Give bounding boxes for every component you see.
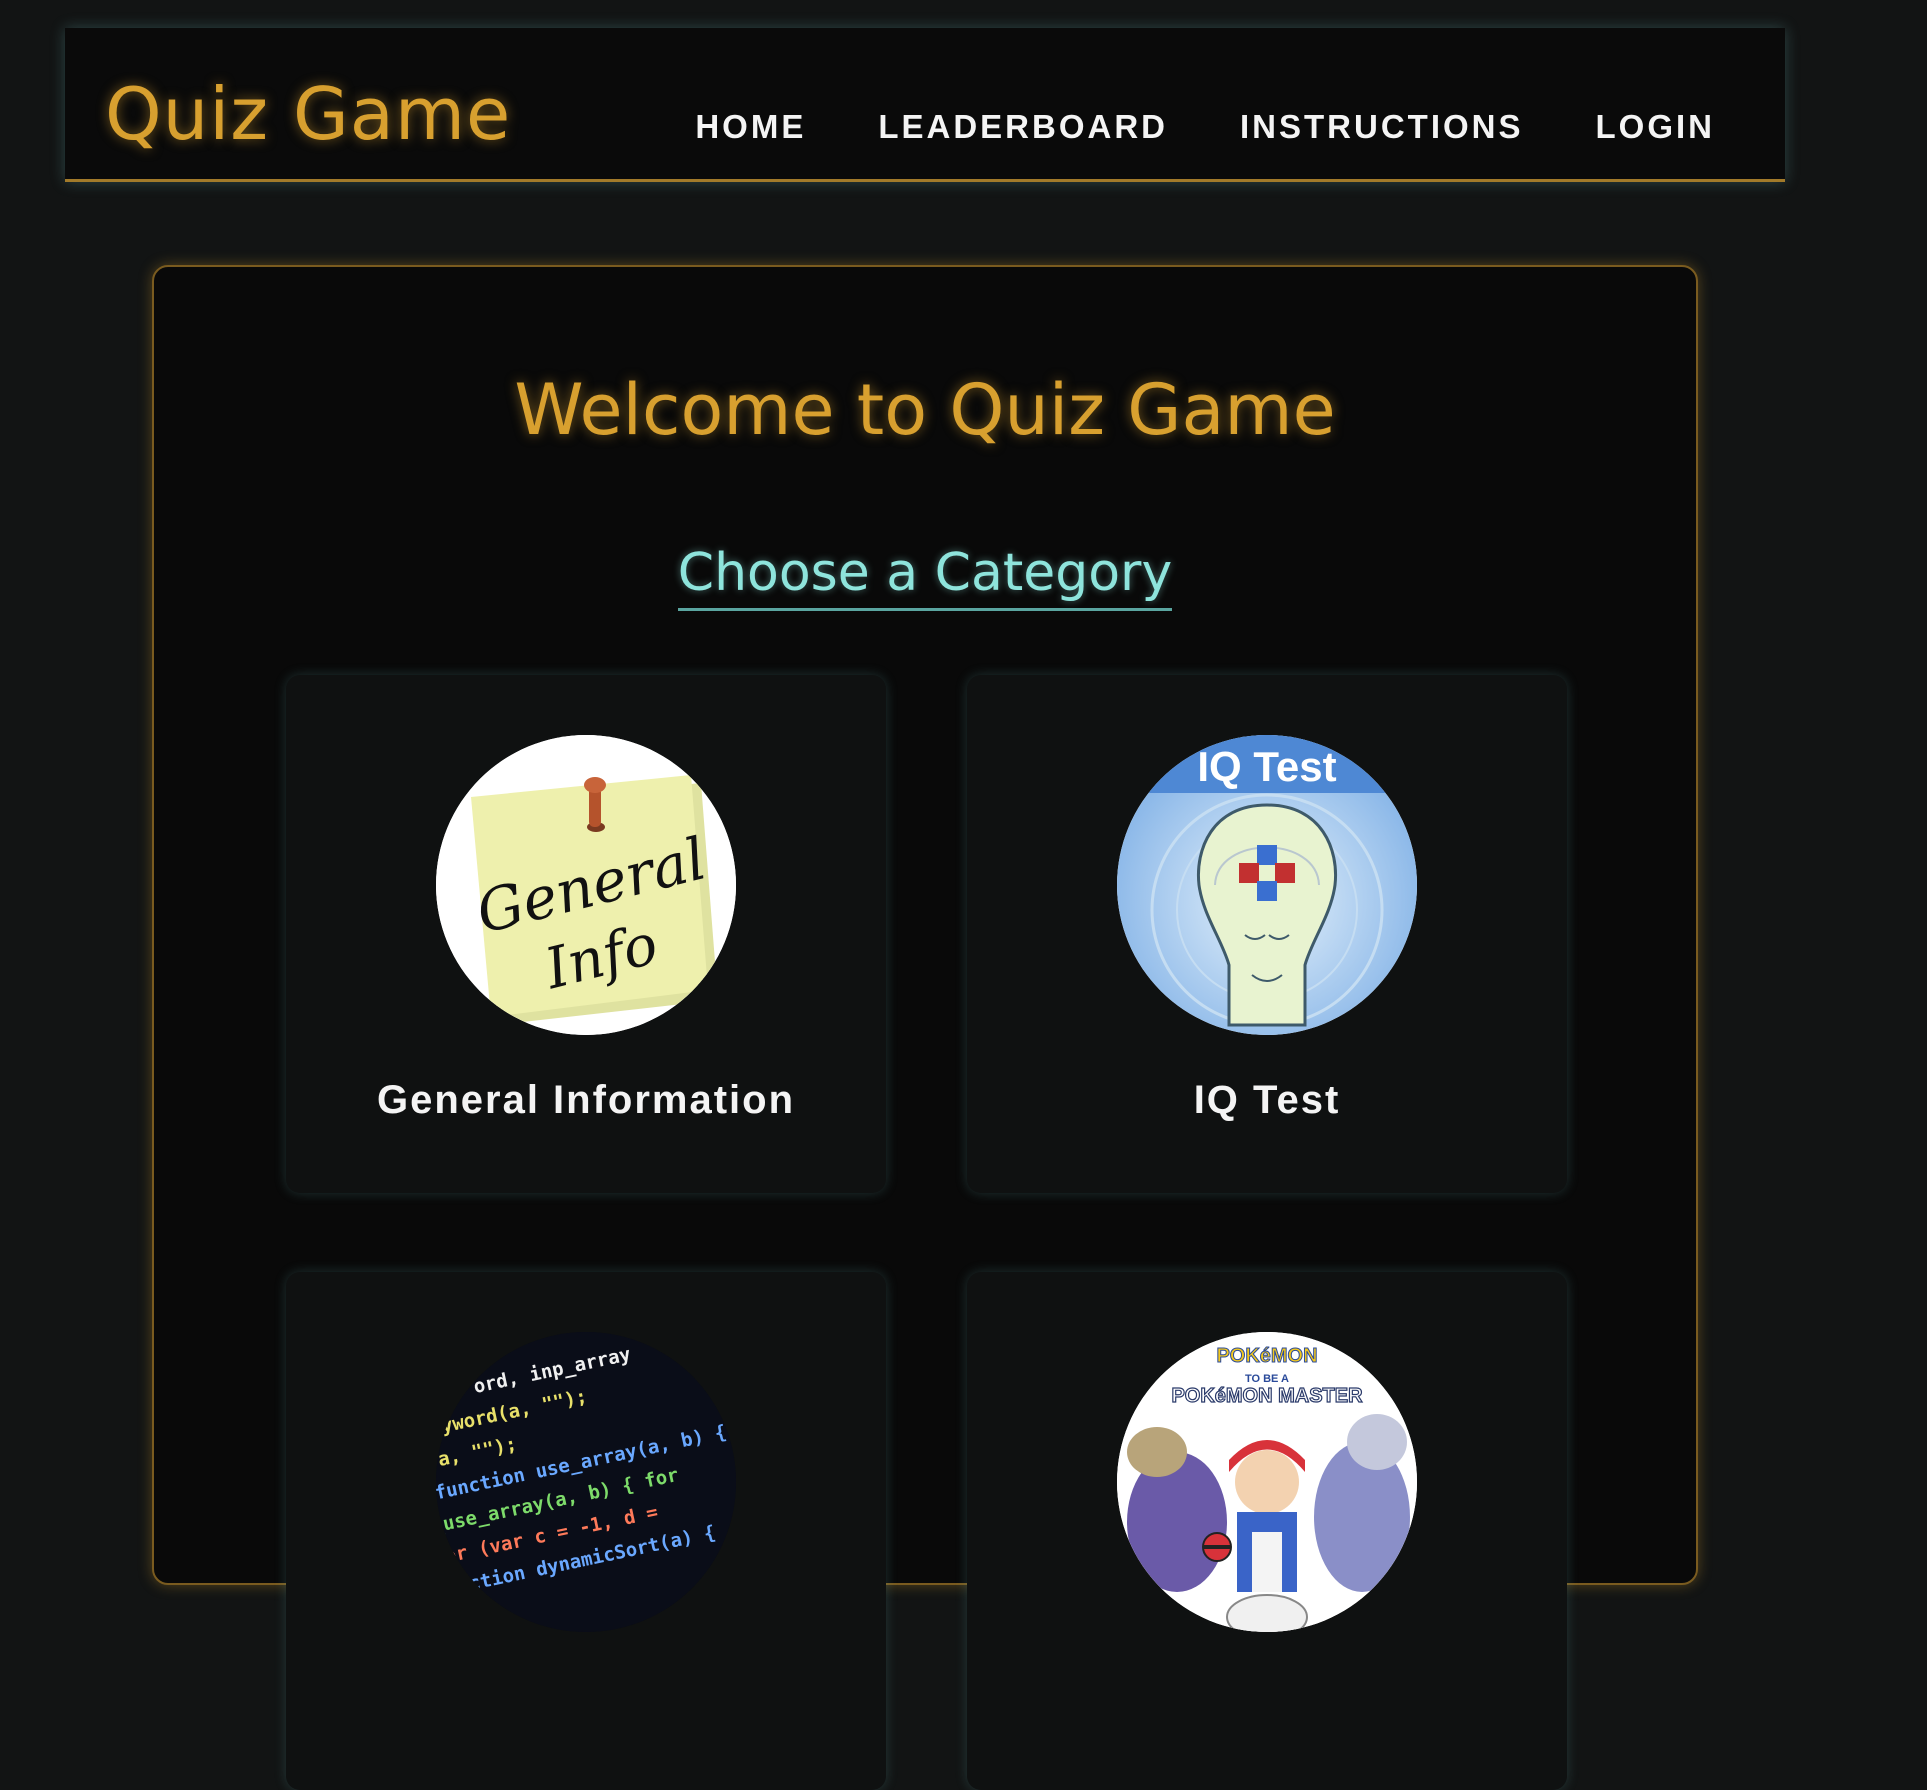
nav-leaderboard-link[interactable]: LEADERBOARD bbox=[878, 110, 1168, 143]
sticky-note-image: General Info bbox=[436, 735, 736, 1035]
svg-text:IQ Test: IQ Test bbox=[1197, 743, 1336, 790]
choose-category-heading: Choose a Category bbox=[677, 544, 1173, 612]
subtitle-wrap: Choose a Category bbox=[154, 544, 1696, 612]
category-card-code[interactable]: ord, inp_array yword(a, ""); a, ""); fun… bbox=[286, 1272, 886, 1790]
category-label: General Information bbox=[376, 1078, 796, 1122]
svg-text:TO BE A: TO BE A bbox=[1245, 1373, 1289, 1385]
navbar: Quiz Game HOME LEADERBOARD INSTRUCTIONS … bbox=[65, 28, 1785, 182]
main-panel: Welcome to Quiz Game Choose a Category G… bbox=[152, 265, 1698, 1790]
svg-text:POKéMON: POKéMON bbox=[1216, 1345, 1317, 1367]
nav-login-link[interactable]: LOGIN bbox=[1596, 110, 1716, 143]
pokemon-image: POKéMON TO BE A POKéMON MASTER bbox=[1117, 1332, 1417, 1632]
category-card-general-information[interactable]: General Info General Information bbox=[286, 675, 886, 1193]
svg-text:POKéMON MASTER: POKéMON MASTER bbox=[1171, 1385, 1363, 1407]
page-title: Welcome to Quiz Game bbox=[514, 369, 1336, 451]
code-image: ord, inp_array yword(a, ""); a, ""); fun… bbox=[436, 1332, 736, 1632]
category-label: IQ Test bbox=[1193, 1078, 1341, 1122]
nav-menu: HOME LEADERBOARD INSTRUCTIONS LOGIN bbox=[695, 110, 1715, 143]
category-card-pokemon[interactable]: POKéMON TO BE A POKéMON MASTER bbox=[967, 1272, 1567, 1790]
brain-puzzle-image: IQ Test bbox=[1117, 735, 1417, 1035]
nav-instructions-link[interactable]: INSTRUCTIONS bbox=[1240, 110, 1524, 143]
nav-home-link[interactable]: HOME bbox=[695, 110, 806, 143]
brand-logo[interactable]: Quiz Game bbox=[105, 78, 511, 150]
category-card-iq-test[interactable]: IQ Test IQ Test bbox=[967, 675, 1567, 1193]
